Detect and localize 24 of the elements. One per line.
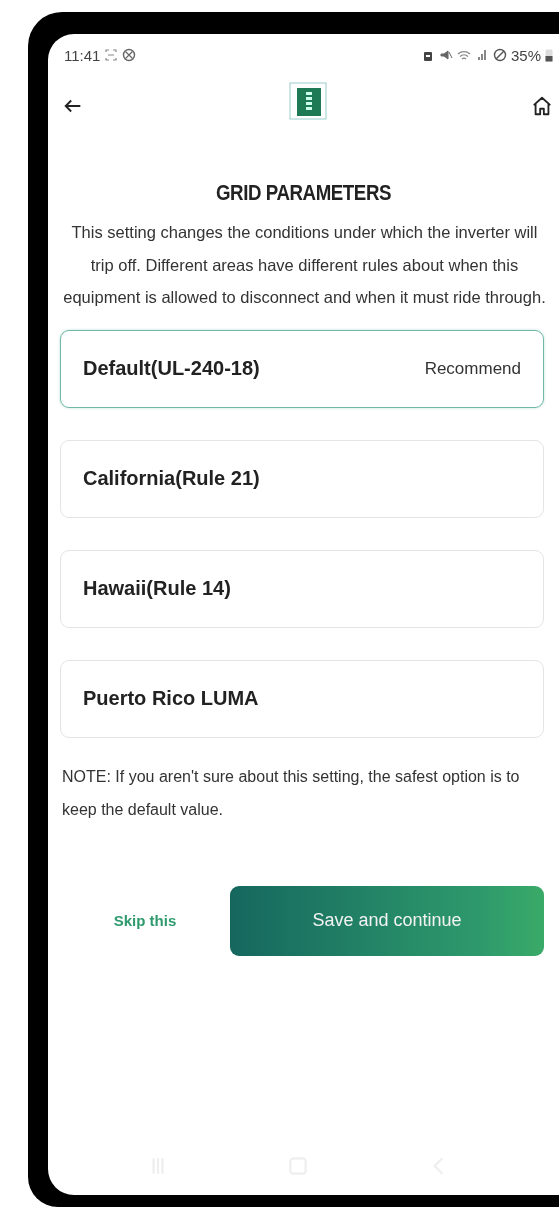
battery-percent: 35% (510, 46, 541, 64)
grid-option[interactable]: Puerto Rico LUMA (60, 659, 544, 738)
note-text: NOTE: If you aren't sure about this setting, the safest option is to keep the default value. (62, 766, 521, 820)
recommend-tag: Recommend (424, 358, 521, 379)
option-label: Hawaii(Rule 14) (83, 577, 231, 600)
blocked-circle-icon (122, 48, 137, 62)
option-label: Puerto Rico LUMA (83, 687, 259, 710)
skip-button[interactable]: Skip this (60, 900, 230, 941)
screenshot-icon (104, 48, 119, 62)
grid-option[interactable]: California(Rule 21) (60, 439, 544, 518)
battery-logo-icon (287, 81, 328, 121)
save-continue-button[interactable]: Save and continue (230, 885, 544, 956)
wifi-icon (456, 48, 471, 62)
grid-option[interactable]: Hawaii(Rule 14) (60, 549, 544, 628)
option-label: Default(UL-240-18) (83, 357, 260, 380)
home-icon[interactable] (531, 95, 553, 117)
no-sim-icon (492, 48, 507, 62)
page-title: GRID PARAMETERS (214, 180, 393, 206)
battery-icon (545, 48, 553, 62)
mute-icon (438, 48, 453, 62)
status-time: 11:41 (64, 46, 101, 64)
option-label: California(Rule 21) (83, 467, 260, 490)
grid-option[interactable]: Default(UL-240-18) Recommend (60, 329, 544, 408)
description-text: This setting changes the conditions under which the inverter will trip off. Different areas have different rules about when this equipment is allowed to disconnect and when it must ride through. (62, 222, 547, 308)
